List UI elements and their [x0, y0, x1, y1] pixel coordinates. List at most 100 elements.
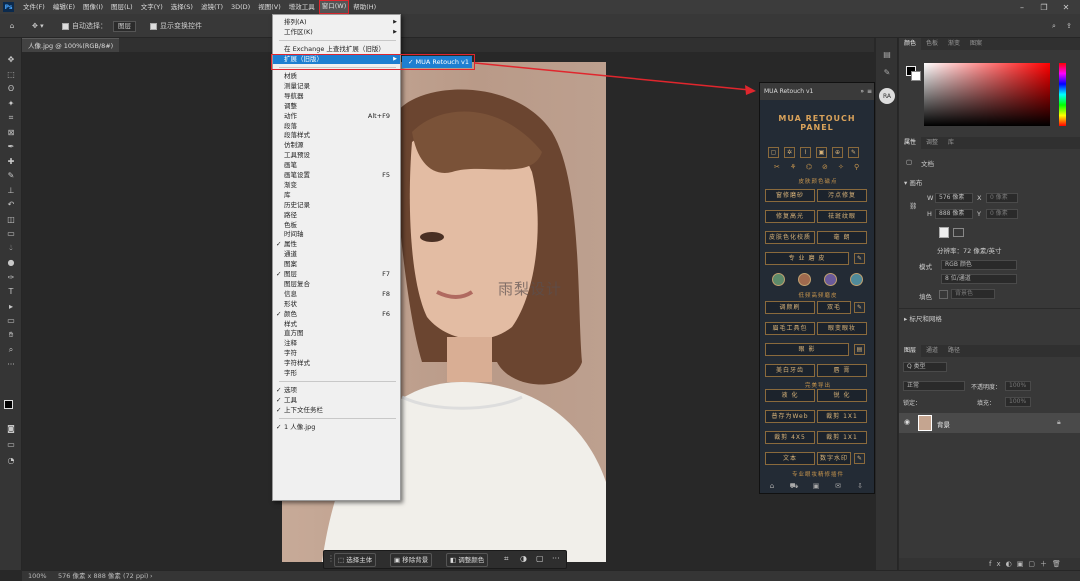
window-menu-item[interactable]: 图案: [273, 259, 400, 269]
height-field[interactable]: 888 像素: [935, 209, 973, 219]
marquee-tool-icon[interactable]: ⬚: [4, 69, 18, 80]
window-menu-item[interactable]: 段落样式: [273, 130, 400, 140]
color-swatch-circle[interactable]: [772, 273, 785, 286]
mua-button[interactable]: 裁剪 1X1: [817, 410, 867, 423]
rectangle-tool-icon[interactable]: ▭: [4, 315, 18, 326]
link-icon[interactable]: ⛓: [909, 202, 917, 210]
color-swatch-circle[interactable]: [850, 273, 863, 286]
y-field[interactable]: 0 像素: [986, 209, 1018, 219]
layer-filter-select[interactable]: Q 类型: [903, 362, 947, 372]
blend-mode-select[interactable]: 正常: [903, 381, 965, 391]
visibility-eye-icon[interactable]: ◉: [904, 418, 910, 426]
menu-4[interactable]: 文字(Y): [137, 0, 167, 14]
footer-icon[interactable]: ⇩: [854, 481, 866, 491]
mua-button[interactable]: 唇 膏: [817, 364, 867, 377]
mua-button[interactable]: 窗修磨砂: [765, 189, 815, 202]
rulers-toggle[interactable]: ▸ 标尺和网格: [904, 313, 942, 323]
blur-tool-icon[interactable]: 💧︎: [4, 243, 18, 254]
mua-button[interactable]: 普存为Web: [765, 410, 815, 423]
window-menu-item[interactable]: 字符: [273, 348, 400, 358]
x-field[interactable]: 0 像素: [986, 193, 1018, 203]
window-menu-item[interactable]: 信息 F8: [273, 289, 400, 299]
tab-props_tabs[interactable]: 调整: [921, 137, 943, 149]
tab-props_tabs[interactable]: 库: [943, 137, 959, 149]
mua-small-icon[interactable]: ⚲: [854, 163, 859, 171]
mua-button[interactable]: 裁剪 1X1: [817, 431, 867, 444]
opacity-field[interactable]: 100%: [1005, 381, 1031, 391]
tab-layers_tabs[interactable]: 路径: [943, 345, 965, 357]
menu-9[interactable]: 增效工具: [285, 0, 319, 14]
window-menu-item[interactable]: 导航器: [273, 91, 400, 101]
brush-square-icon[interactable]: ✎: [854, 453, 865, 464]
mua-button[interactable]: 双毛: [817, 301, 851, 314]
brush-square-icon[interactable]: ✎: [854, 302, 865, 313]
move-tool-icon[interactable]: ✥ ▾: [32, 14, 44, 38]
tab-layers_tabs[interactable]: 通道: [921, 345, 943, 357]
maximize-button[interactable]: ❐: [1034, 0, 1054, 14]
foreground-color-icon[interactable]: [4, 400, 13, 409]
color-swatch-circle[interactable]: [798, 273, 811, 286]
brush-square-icon[interactable]: ✎: [854, 253, 865, 264]
window-menu-item[interactable]: ✓ 颜色 F6: [273, 309, 400, 319]
layer-actions-icons[interactable]: fx◐▣▢＋🗑︎: [989, 559, 1066, 569]
footer-icon[interactable]: ⛟: [788, 481, 800, 491]
window-menu-item[interactable]: 画笔: [273, 160, 400, 170]
fill-select[interactable]: 背景色: [951, 289, 995, 299]
mua-button[interactable]: 调颜刷: [765, 301, 815, 314]
more-tool-icon[interactable]: ···: [4, 359, 18, 370]
mua-tool-icon[interactable]: ⌇: [800, 147, 811, 158]
window-menu-item[interactable]: 渐变: [273, 180, 400, 190]
document-tab[interactable]: 人像.jpg @ 100%(RGB/8#): [22, 38, 120, 52]
window-menu-item[interactable]: ✓ 1 人像.jpg: [273, 422, 400, 432]
home-icon[interactable]: ⌂: [6, 14, 18, 38]
window-menu-item[interactable]: 调整: [273, 101, 400, 111]
mua-button[interactable]: 祛斑纹眼: [817, 210, 867, 223]
mua-button[interactable]: 锐 化: [817, 389, 867, 402]
menu-10[interactable]: 窗口(W): [318, 0, 350, 14]
mua-button[interactable]: 眼变眼妆: [817, 322, 867, 335]
window-menu-item[interactable]: 样式: [273, 319, 400, 329]
window-menu-item[interactable]: 字形: [273, 368, 400, 378]
adjust-color-button[interactable]: ◧ 调整颜色: [446, 553, 489, 567]
window-menu-item[interactable]: 排列(A) ▶: [273, 17, 400, 27]
half-circle-icon[interactable]: ◑: [520, 554, 527, 563]
depth-select[interactable]: 8 位/通道: [941, 274, 1017, 284]
window-menu-item[interactable]: 历史记录: [273, 200, 400, 210]
crop-tool-icon[interactable]: ⌗: [4, 112, 18, 123]
path-select-tool-icon[interactable]: ▸: [4, 301, 18, 312]
eyedropper-tool-icon[interactable]: ✒: [4, 141, 18, 152]
window-menu-item[interactable]: 在 Exchange 上查找扩展（旧版）: [273, 44, 400, 54]
fill-swatch[interactable]: [939, 290, 948, 299]
window-menu-item[interactable]: 通道: [273, 249, 400, 259]
mua-button[interactable]: 液 化: [765, 389, 815, 402]
color-picker-field[interactable]: [924, 63, 1050, 126]
mua-button[interactable]: 皮肤色化校质: [765, 231, 815, 244]
mua-tool-icon[interactable]: ▢: [768, 147, 779, 158]
width-field[interactable]: 576 像素: [935, 193, 973, 203]
window-menu-item[interactable]: ✓ 选项: [273, 385, 400, 395]
footer-icon[interactable]: ✉: [832, 481, 844, 491]
window-menu-item[interactable]: 色板: [273, 220, 400, 230]
tab-color_tabs[interactable]: 渐变: [943, 38, 965, 50]
mua-small-icon[interactable]: ✂: [774, 163, 780, 171]
lasso-tool-icon[interactable]: ʘ: [4, 83, 18, 94]
search-icon[interactable]: ⌕: [1052, 14, 1056, 38]
menu-3[interactable]: 图层(L): [107, 0, 137, 14]
tab-props_tabs[interactable]: 属性: [899, 137, 922, 149]
menu-7[interactable]: 3D(D): [227, 0, 254, 14]
zoom-level[interactable]: 100%: [28, 571, 47, 581]
menu-11[interactable]: 帮助(H): [349, 0, 380, 14]
mua-button[interactable]: 污点修复: [817, 189, 867, 202]
panel-tab[interactable]: MUA Retouch v1: [760, 88, 813, 95]
healing-tool-icon[interactable]: ✚: [4, 156, 18, 167]
layer-row-background[interactable]: ◉ 背景 🔒︎: [899, 413, 1080, 433]
background-swatch[interactable]: [911, 71, 921, 81]
pen-tool-icon[interactable]: ✑: [4, 272, 18, 283]
window-menu-item[interactable]: 路径: [273, 210, 400, 220]
gradient-tool-icon[interactable]: ▭: [4, 228, 18, 239]
window-menu-item[interactable]: 仿制源: [273, 140, 400, 150]
window-menu-item[interactable]: 画笔设置 F5: [273, 170, 400, 180]
remove-background-button[interactable]: ▣ 移除背景: [390, 553, 433, 567]
status-arrow-icon[interactable]: ›: [150, 571, 153, 581]
window-menu-item[interactable]: 工具预设: [273, 150, 400, 160]
